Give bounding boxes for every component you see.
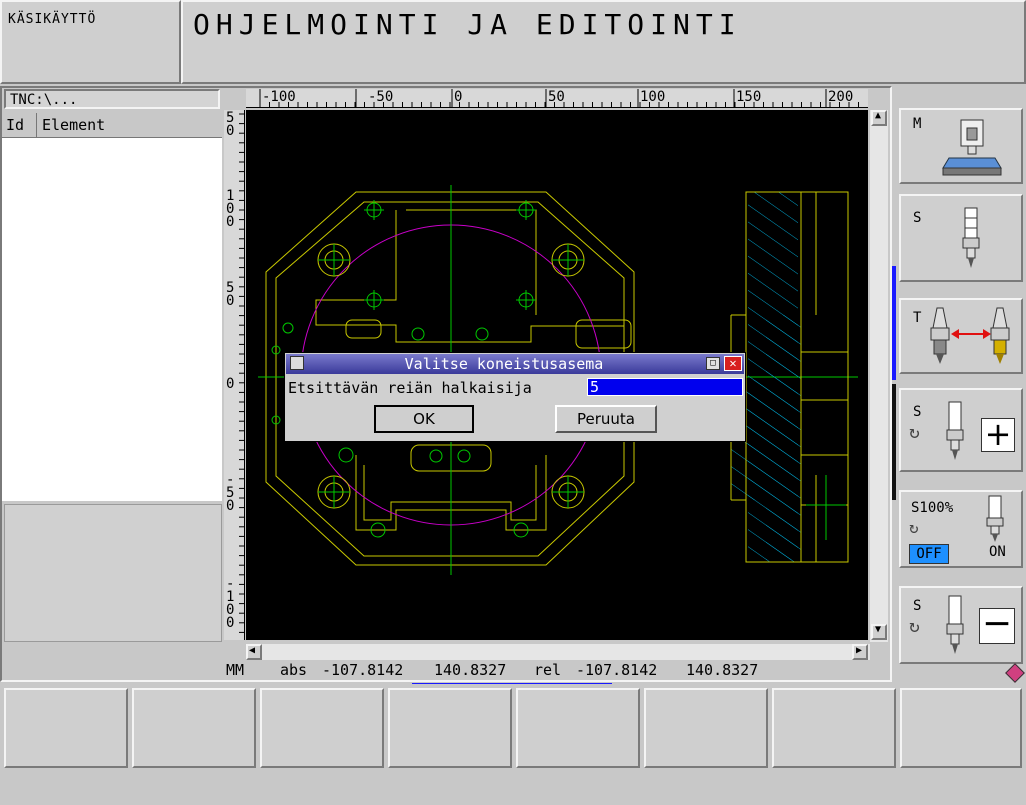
rel-x-value: -107.8142: [576, 661, 658, 679]
machine-mode-softkey[interactable]: M: [899, 108, 1023, 184]
sidebar-scroll-indicator: [892, 266, 896, 380]
softkey-2[interactable]: [132, 688, 256, 768]
element-list[interactable]: [2, 138, 222, 501]
spindle-tool-icon: [986, 495, 1004, 542]
horizontal-softkey-bar: [0, 684, 1026, 770]
horizontal-ruler: -100 -50 0 50 100 150 200: [246, 89, 868, 108]
t-label: T: [913, 310, 922, 326]
column-header-id[interactable]: Id: [2, 113, 37, 137]
softkey-5[interactable]: [516, 688, 640, 768]
diameter-input[interactable]: 5: [587, 378, 743, 396]
coordinate-status-bar: MM abs -107.8142 140.8327 rel -107.8142 …: [224, 661, 888, 679]
diameter-input-value: 5: [590, 378, 600, 396]
arrow-up-icon: ▲: [875, 110, 882, 121]
column-header-element-label: Element: [42, 116, 106, 134]
machining-position-dialog: Valitse koneistusasema □ ✕ Etsittävän re…: [284, 352, 746, 442]
diameter-field-label: Etsittävän reiän halkaisija: [288, 379, 532, 397]
tool-swap-icon: [930, 307, 1010, 364]
m-label: M: [913, 116, 922, 132]
spindle-tool-icon: [962, 207, 980, 268]
path-field: TNC:\...: [4, 89, 220, 109]
softkey-8[interactable]: [900, 688, 1022, 768]
abs-label: abs: [280, 661, 308, 679]
column-header-id-label: Id: [6, 116, 25, 134]
scroll-up-button[interactable]: ▲: [871, 110, 887, 126]
softkey-7[interactable]: [772, 688, 896, 768]
arrow-right-icon: ▶: [856, 645, 863, 656]
scroll-down-button[interactable]: ▼: [871, 624, 887, 640]
softkey-3[interactable]: [260, 688, 384, 768]
spindle-tool-icon: [946, 401, 964, 460]
s100-label: S100%: [911, 500, 954, 516]
rel-y-value: 140.8327: [686, 661, 759, 679]
minus-icon: −: [979, 606, 1015, 644]
arrow-down-icon: ▼: [875, 624, 882, 635]
page-title: OHJELMOINTI JA EDITOINTI: [193, 8, 742, 41]
vertical-scrollbar[interactable]: ▲ ▼: [870, 110, 888, 642]
scroll-left-button[interactable]: ◀: [246, 644, 262, 660]
ruler-y-ticks: [239, 113, 244, 633]
horizontal-scrollbar[interactable]: ◀ ▶: [246, 644, 870, 660]
rotation-icon: ↻: [909, 518, 919, 537]
operating-mode-box: KÄSIKÄYTTÖ: [0, 0, 181, 84]
ruler-x-ticks: [259, 89, 859, 107]
abs-y-value: 140.8327: [434, 661, 507, 679]
machine-table-icon: [942, 119, 1002, 176]
rotation-icon: ↻: [909, 616, 920, 637]
unit-label: MM: [226, 661, 245, 679]
operating-mode-label: KÄSIKÄYTTÖ: [8, 12, 97, 27]
spindle-tool-icon: [946, 595, 964, 654]
column-header-element[interactable]: Element: [38, 113, 222, 137]
softkey-6[interactable]: [644, 688, 768, 768]
dialog-app-icon: [290, 356, 304, 370]
rotation-icon: ↻: [909, 422, 920, 443]
scroll-right-button[interactable]: ▶: [852, 644, 868, 660]
s-label: S: [913, 598, 922, 614]
spindle-plus-softkey[interactable]: S ↻ +: [899, 388, 1023, 472]
element-table-header: Id Element: [2, 113, 222, 138]
spindle-minus-softkey[interactable]: S ↻ −: [899, 586, 1023, 664]
maximize-icon[interactable]: □: [706, 357, 720, 370]
close-icon[interactable]: ✕: [724, 356, 742, 371]
spindle-override-softkey[interactable]: S100% ↻ OFF ON: [899, 490, 1023, 568]
header-bar: OHJELMOINTI JA EDITOINTI: [181, 0, 1026, 84]
softkey-4[interactable]: [388, 688, 512, 768]
cancel-button[interactable]: Peruuta: [555, 405, 657, 433]
vertical-ruler: 50 100 50 0 -50 -100: [224, 110, 245, 640]
s-label: S: [913, 404, 922, 420]
abs-x-value: -107.8142: [322, 661, 404, 679]
ok-button[interactable]: OK: [374, 405, 474, 433]
sidebar-scroll-indicator-dark: [892, 384, 896, 500]
off-badge: OFF: [909, 544, 949, 564]
dialog-titlebar[interactable]: Valitse koneistusasema □ ✕: [286, 354, 744, 374]
softkey-1[interactable]: [4, 688, 128, 768]
arrow-left-icon: ◀: [249, 645, 256, 656]
element-info-panel: [4, 504, 222, 642]
s-label: S: [913, 210, 922, 226]
dialog-title: Valitse koneistusasema: [404, 355, 604, 373]
on-label: ON: [989, 544, 1006, 560]
tool-change-softkey[interactable]: T: [899, 298, 1023, 374]
plus-icon: +: [981, 418, 1015, 452]
spindle-softkey[interactable]: S: [899, 194, 1023, 282]
rel-label: rel: [534, 661, 562, 679]
path-text: TNC:\...: [10, 92, 78, 108]
